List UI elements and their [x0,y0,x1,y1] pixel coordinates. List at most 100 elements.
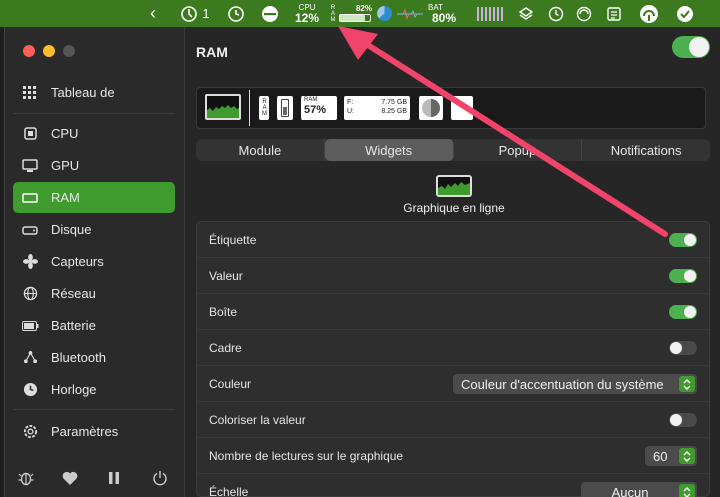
ram-mini-widget[interactable]: RAM 57% [301,96,337,120]
timemachine-icon[interactable] [226,0,246,27]
setting-label: Étiquette [209,233,257,247]
cpu-indicator[interactable]: CPU 12% [292,0,322,27]
bug-icon[interactable] [17,469,35,487]
refresh-icon[interactable] [574,0,594,27]
line-chart-widget[interactable] [205,94,241,120]
page-title: RAM [196,44,228,60]
select-value: Couleur d'accentuation du système [461,376,664,392]
screen: ‹ 1 CPU 12% RAM 82% BAT 80% Tableau de C… [0,0,720,497]
readings-select[interactable]: 60 [645,446,697,466]
network-graph-icon[interactable] [396,0,424,27]
battery-indicator[interactable]: BAT 80% [428,0,460,27]
sidebar-item-cpu[interactable]: CPU [13,118,175,149]
select-value: 60 [653,448,668,464]
sidebar-item-label: Paramètres [51,424,119,439]
setting-label: Cadre [209,341,242,355]
preview-divider [249,90,250,126]
box-toggle[interactable] [669,305,697,319]
sidebar-item-network[interactable]: Réseau [13,278,175,309]
pie-chart-widget[interactable] [419,96,443,120]
power-icon[interactable] [151,469,169,487]
grid-icon [21,84,39,102]
tab-widgets[interactable]: Widgets [324,139,454,161]
gear-icon [21,423,39,441]
sidebar-item-settings[interactable]: Paramètres [13,416,175,447]
bluetooth-icon [21,349,39,367]
setting-row-label: Étiquette [197,222,709,258]
sidebar-item-ram[interactable]: RAM [13,182,175,213]
disk-icon [21,221,39,239]
setting-label: Nombre de lectures sur le graphique [209,449,404,463]
setting-label: Boîte [209,305,238,319]
sync-status[interactable]: 1 [176,0,214,27]
notes-icon[interactable] [604,0,624,27]
chevron-updown-icon [679,484,695,497]
tab-bar: Module Widgets Popup Notifications [196,139,710,161]
stats-window: Tableau de CPU GPU RAM Disque Capteurs R… [4,27,720,497]
checkmark-icon[interactable] [674,0,696,27]
widget-name: Graphique en ligne [403,201,505,215]
ram-indicator[interactable]: 82% [338,0,372,27]
heart-icon[interactable] [61,469,79,487]
tab-notifications[interactable]: Notifications [582,139,710,161]
color-select[interactable]: Couleur d'accentuation du système [453,374,697,394]
back-arrow-icon[interactable]: ‹ [146,0,160,27]
tab-popup[interactable]: Popup [454,139,583,161]
clock-icon [21,381,39,399]
sync-count: 1 [202,6,210,21]
fan-icon [21,253,39,271]
history-icon[interactable] [546,0,566,27]
zoom-button[interactable] [63,45,75,57]
ram-label-widget[interactable]: RAM [259,96,269,120]
sidebar-item-sensors[interactable]: Capteurs [13,246,175,277]
settings-list: Étiquette Valeur Boîte Cadre Couleur Cou… [196,221,710,497]
headphones-icon[interactable] [638,0,660,27]
ram-letters: RAM [330,4,336,23]
setting-label: Valeur [209,269,243,283]
sidebar-item-dashboard[interactable]: Tableau de [13,77,175,108]
ram-percent: 82% [355,4,372,13]
sidebar-item-gpu[interactable]: GPU [13,150,175,181]
line-chart-icon[interactable] [436,175,472,197]
ram-bar-fill [340,15,365,21]
cpu-cores-icon[interactable] [475,0,505,27]
stats-icon[interactable] [260,0,280,27]
cpu-icon [21,125,39,143]
setting-row-colorize: Coloriser la valeur [197,402,709,438]
ram-battery-widget[interactable] [277,96,293,120]
memory-text-widget[interactable]: F: 7.75 GB U: 8.25 GB [344,96,410,120]
sidebar-item-battery[interactable]: Batterie [13,310,175,341]
sidebar-item-disk[interactable]: Disque [13,214,175,245]
sync-icon [181,5,198,22]
sidebar: Tableau de CPU GPU RAM Disque Capteurs R… [5,27,185,497]
sidebar-item-label: Réseau [51,286,96,301]
sidebar-item-label: Disque [51,222,92,237]
bar-chart-widget[interactable] [451,96,473,120]
select-value: Aucun [611,484,649,497]
battery-icon [21,317,39,335]
sidebar-item-label: Tableau de [51,85,115,100]
close-button[interactable] [23,45,35,57]
sidebar-item-bluetooth[interactable]: Bluetooth [13,342,175,373]
setting-row-color: Couleur Couleur d'accentuation du systèm… [197,366,709,402]
colorize-toggle[interactable] [669,413,697,427]
ram-pie-icon[interactable] [374,0,394,27]
minimize-button[interactable] [43,45,55,57]
setting-row-value: Valeur [197,258,709,294]
tab-module[interactable]: Module [196,139,325,161]
sidebar-item-label: CPU [51,126,79,141]
frame-toggle[interactable] [669,341,697,355]
sidebar-item-clock[interactable]: Horloge [13,374,175,405]
module-enabled-toggle[interactable] [672,36,710,58]
setting-label: Couleur [209,377,252,391]
widget-preview-bar: RAM RAM 57% F: 7.75 GB U: 8.25 GB [196,87,706,129]
scale-select[interactable]: Aucun [581,482,697,497]
setting-row-readings: Nombre de lectures sur le graphique 60 [197,438,709,474]
layers-icon[interactable] [516,0,536,27]
label-toggle[interactable] [669,233,697,247]
pause-icon[interactable] [105,469,123,487]
setting-label: Échelle [209,485,249,497]
value-toggle[interactable] [669,269,697,283]
chevron-updown-icon [679,448,695,464]
setting-label: Coloriser la valeur [209,413,306,427]
